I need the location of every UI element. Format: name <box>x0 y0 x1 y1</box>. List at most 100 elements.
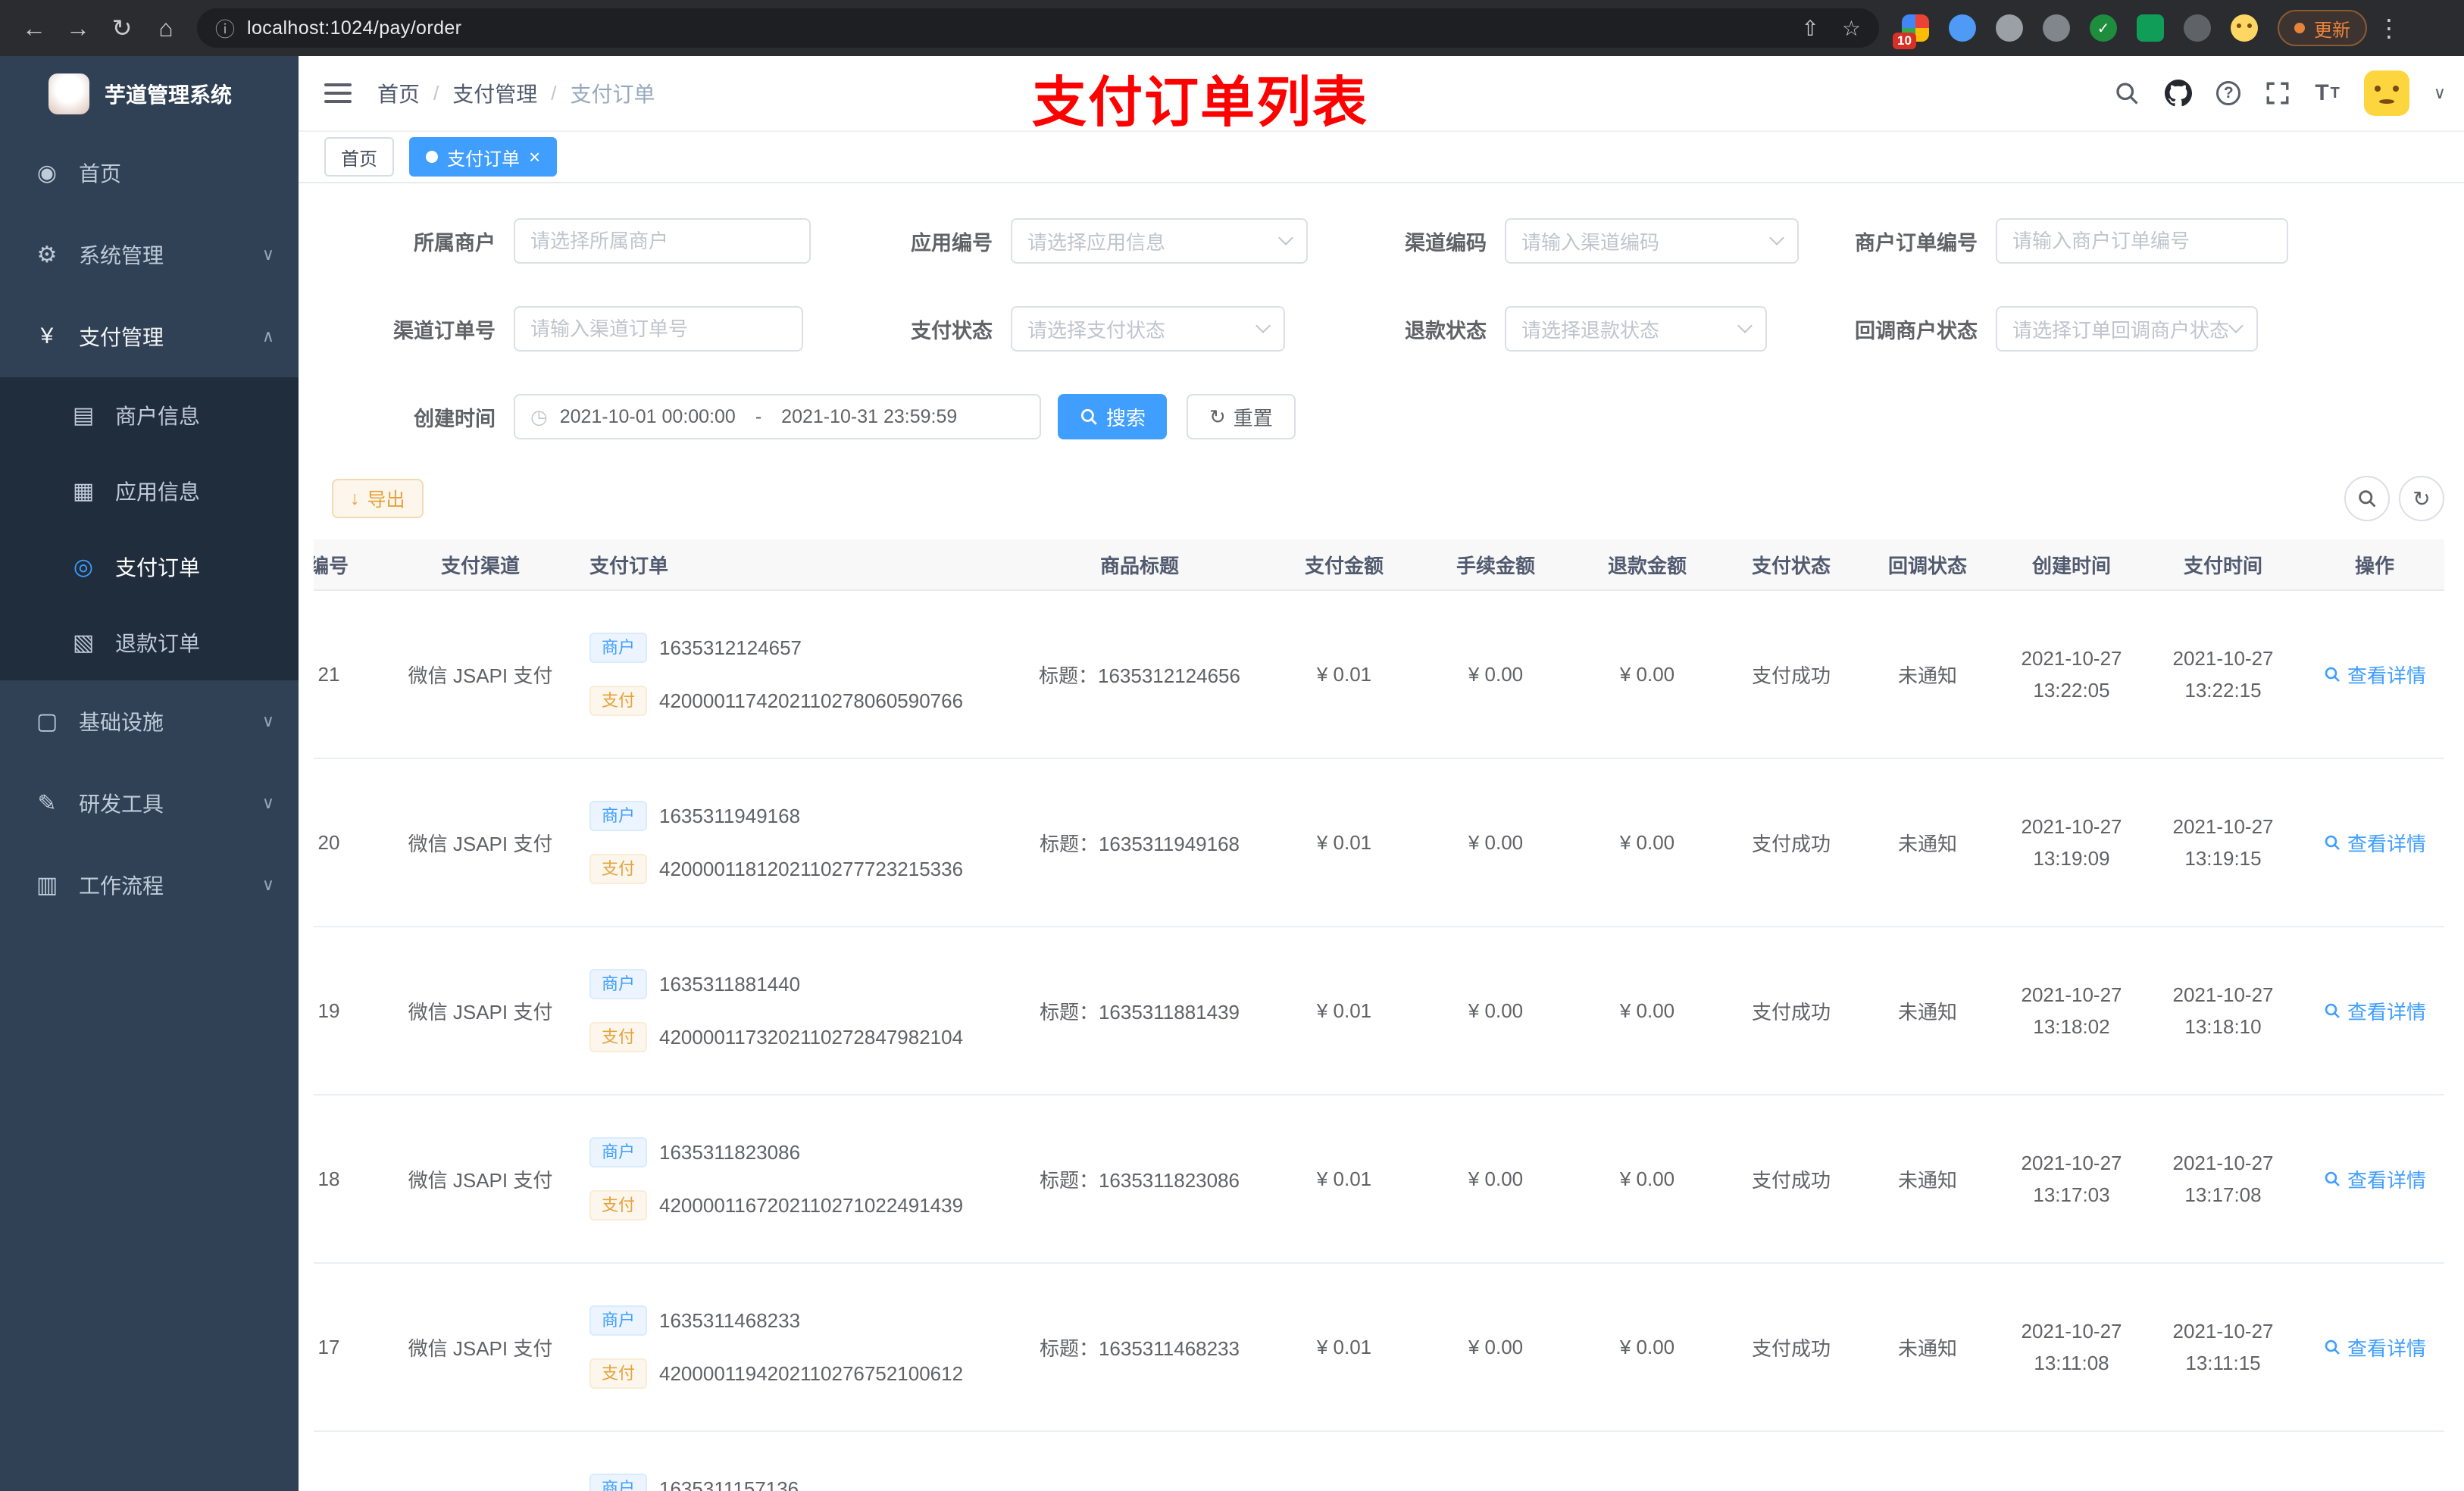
url-bar[interactable]: ⓘ localhost:1024/pay/order ⇧ ☆ <box>197 8 1879 48</box>
cell-action: 查看详情 <box>2299 759 2444 926</box>
sidebar-item-app-info[interactable]: ▦ 应用信息 <box>0 453 299 529</box>
col-channel: 支付渠道 <box>440 554 520 577</box>
chevron-down-icon: ∨ <box>261 793 274 812</box>
sidebar-item-infrastructure[interactable]: ▢ 基础设施 ∨ <box>0 680 299 762</box>
help-icon[interactable]: ? <box>2216 81 2241 105</box>
sidebar-item-dev-tools[interactable]: ✎ 研发工具 ∨ <box>0 762 299 844</box>
tab-home[interactable]: 首页 <box>324 137 394 177</box>
sidebar-item-payment[interactable]: ¥ 支付管理 ∧ <box>0 295 299 377</box>
view-detail-link[interactable]: 查看详情 <box>2323 997 2426 1025</box>
merchant-order-no-input[interactable] <box>1996 218 2288 264</box>
menu-fold-icon[interactable] <box>324 83 352 103</box>
sidebar-item-refund-order[interactable]: ▧ 退款订单 <box>0 605 299 680</box>
toggle-search-button[interactable] <box>2344 476 2390 521</box>
channel-order-no-input[interactable] <box>514 306 803 352</box>
extensions-area: 10 ✓ <box>1893 14 2258 49</box>
clock-icon: ◷ <box>530 405 548 428</box>
page-header: 首页 / 支付管理 / 支付订单 支付订单列表 ? T T ∨ <box>299 56 2464 133</box>
cell-fee: ¥ 0.00 <box>1468 1335 1524 1358</box>
avatar-caret-icon[interactable]: ∨ <box>2434 83 2446 103</box>
tab-pay-order[interactable]: 支付订单 × <box>409 137 558 177</box>
merchant-input[interactable] <box>514 218 811 264</box>
view-detail-link[interactable]: 查看详情 <box>2323 1165 2426 1193</box>
reset-button[interactable]: ↻ 重置 <box>1187 394 1296 439</box>
select-placeholder: 请选择订单回调商户状态 <box>2012 318 2230 342</box>
extension-gray-icon[interactable] <box>1996 14 2023 42</box>
share-icon[interactable]: ⇧ <box>1801 16 1818 41</box>
cell-title: 标题：1635311949168 <box>1039 832 1240 855</box>
sidebar-item-label: 基础设施 <box>79 711 164 734</box>
app-select[interactable]: 请选择应用信息 <box>1011 218 1308 264</box>
reload-button[interactable]: ↻ <box>100 6 144 50</box>
extension-emoji-icon[interactable] <box>2231 14 2258 42</box>
card-icon: ▤ <box>72 402 95 428</box>
home-button[interactable]: ⌂ <box>144 6 188 50</box>
extension-blue-icon[interactable] <box>1949 14 1976 42</box>
cell-fee: ¥ 0.00 <box>1468 999 1524 1022</box>
export-button[interactable]: ↓ 导出 <box>332 479 424 518</box>
pay-tag: 支付 <box>589 854 648 884</box>
update-button[interactable]: 更新 <box>2278 10 2367 46</box>
github-icon[interactable] <box>2165 80 2193 107</box>
view-detail-link[interactable]: 查看详情 <box>2323 829 2426 857</box>
view-detail-link[interactable]: 查看详情 <box>2323 661 2426 689</box>
sidebar: 芋道管理系统 ◉ 首页 ⚙ 系统管理 ∨ ¥ 支付管理 ∧ ▤ 商户信息 ▦ 应… <box>0 56 299 1491</box>
cell-created: 2021-10-27 13:17:03 <box>2021 1152 2122 1206</box>
user-avatar[interactable] <box>2363 70 2409 116</box>
extension-green-check-icon[interactable]: ✓ <box>2090 14 2117 42</box>
extension-gray2-icon[interactable] <box>2043 14 2070 42</box>
cell-order: 商户 1635311823086 支付 4200001167202110271022… <box>571 1096 1011 1262</box>
fullscreen-icon[interactable] <box>2265 80 2290 106</box>
sidebar-item-label: 研发工具 <box>79 792 164 816</box>
forward-button[interactable]: → <box>56 6 100 50</box>
channel-code-select[interactable]: 请输入渠道编码 <box>1505 218 1799 264</box>
select-placeholder: 请选择支付状态 <box>1027 318 1166 342</box>
cell-amount: ¥ 0.01 <box>1316 1335 1372 1358</box>
cell-amount: ¥ 0.01 <box>1316 830 1372 854</box>
cell-action: 查看详情 <box>2299 1264 2444 1430</box>
notify-status-select[interactable]: 请选择订单回调商户状态 <box>1996 306 2258 352</box>
pay-no: 4200001174202110278060590766 <box>659 689 964 712</box>
refund-status-select[interactable]: 请选择退款状态 <box>1505 306 1767 352</box>
merchant-tag: 商户 <box>589 1305 648 1336</box>
back-button[interactable]: ← <box>12 6 56 50</box>
bookmark-star-icon[interactable]: ☆ <box>1842 16 1861 41</box>
breadcrumb-home[interactable]: 首页 <box>377 78 420 108</box>
view-detail-link[interactable]: 查看详情 <box>2323 1333 2426 1361</box>
pay-status-select[interactable]: 请选择支付状态 <box>1011 306 1285 352</box>
refresh-icon: ↻ <box>2412 486 2431 511</box>
search-button[interactable]: 搜索 <box>1058 394 1168 439</box>
cell-status: 支付成功 <box>1751 664 1831 687</box>
yen-icon: ¥ <box>40 324 54 349</box>
cell-paid: 2021-10-27 13:18:10 <box>2172 983 2274 1038</box>
refresh-table-button[interactable]: ↻ <box>2399 476 2444 521</box>
browser-toolbar: ← → ↻ ⌂ ⓘ localhost:1024/pay/order ⇧ ☆ 1… <box>0 0 2464 56</box>
sidebar-item-home[interactable]: ◉ 首页 <box>0 132 299 214</box>
extension-colorful-icon[interactable]: 10 <box>1893 14 1929 49</box>
extension-green-square-icon[interactable] <box>2137 14 2164 42</box>
chevron-down-icon: ∨ <box>261 711 274 730</box>
sidebar-item-workflow[interactable]: ▥ 工作流程 ∨ <box>0 844 299 926</box>
cell-fee: ¥ 0.00 <box>1468 830 1524 854</box>
date-start: 2021-10-01 00:00:00 <box>559 405 736 427</box>
col-notify: 回调状态 <box>1887 554 1967 577</box>
search-button-label: 搜索 <box>1106 406 1146 430</box>
cell-order: 商户 1635311468233 支付 4200001194202110276752… <box>571 1264 1011 1430</box>
extension-dark-icon[interactable] <box>2184 14 2211 42</box>
close-tab-icon[interactable]: × <box>529 145 540 169</box>
pay-no: 4200001194202110276752100612 <box>659 1361 964 1385</box>
sidebar-item-merchant-info[interactable]: ▤ 商户信息 <box>0 377 299 453</box>
col-status: 支付状态 <box>1751 554 1831 577</box>
cell-title: 标题：1635311823086 <box>1039 1168 1240 1192</box>
search-icon[interactable] <box>2113 80 2140 107</box>
filter-notify-status: 回调商户状态 请选择订单回调商户状态 <box>1811 306 2258 352</box>
cell-refund: ¥ 0.00 <box>1619 1167 1675 1190</box>
sidebar-item-pay-order[interactable]: ◎ 支付订单 <box>0 529 299 605</box>
font-size-icon[interactable]: T T <box>2315 80 2340 106</box>
pay-tag: 支付 <box>589 686 648 716</box>
sidebar-item-system[interactable]: ⚙ 系统管理 ∨ <box>0 214 299 295</box>
col-paid: 支付时间 <box>2183 554 2262 577</box>
logo[interactable]: 芋道管理系统 <box>0 56 299 132</box>
browser-menu-button[interactable]: ⋮ <box>2367 6 2411 50</box>
date-range-picker[interactable]: ◷ 2021-10-01 00:00:00 - 2021-10-31 23:59… <box>514 394 1041 439</box>
